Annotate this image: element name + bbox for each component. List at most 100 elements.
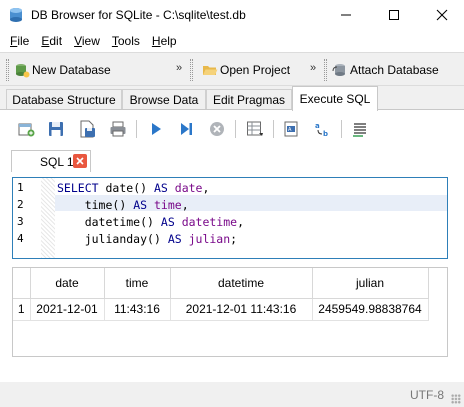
menu-tools-label: ools — [117, 34, 140, 48]
title-bar: DB Browser for SQLite - C:\sqlite\test.d… — [0, 0, 464, 30]
open-tab-icon[interactable] — [17, 120, 35, 138]
sql-keyword: AS — [133, 198, 148, 212]
find-icon[interactable]: A — [283, 120, 301, 138]
line-number: 3 — [17, 215, 24, 228]
sql-function: julianday — [84, 232, 148, 246]
sql-editor-tab[interactable]: SQL 1 — [11, 150, 91, 172]
sql-alias: date — [174, 181, 203, 195]
sql-keyword: AS — [167, 232, 182, 246]
attach-database-button[interactable]: Attach Database — [332, 58, 439, 82]
code-line: SELECT date() AS date, — [57, 181, 209, 195]
minimize-button[interactable] — [324, 0, 368, 30]
close-window-button[interactable] — [420, 0, 464, 30]
sql-editor[interactable]: 1 2 3 4 SELECT date() AS date, time() AS… — [12, 177, 448, 259]
toolbar-overflow-2[interactable]: » — [310, 62, 316, 74]
comment-lines-icon[interactable] — [351, 120, 369, 138]
menu-help[interactable]: Help — [146, 34, 183, 48]
main-tabs: Database Structure Browse Data Edit Prag… — [0, 86, 464, 111]
execute-all-icon[interactable] — [147, 120, 165, 138]
tab-database-structure-label: Database Structure — [12, 93, 116, 107]
toolbar-separator — [341, 120, 342, 138]
toolbar-grip[interactable] — [6, 59, 9, 81]
sql-alias: julian — [188, 232, 231, 246]
menu-help-label: elp — [160, 34, 177, 48]
column-header[interactable]: time — [104, 268, 171, 299]
attach-database-label: Attach Database — [350, 63, 439, 77]
table-cell[interactable]: 2021-12-01 — [30, 298, 105, 321]
row-number[interactable]: 1 — [13, 298, 31, 321]
execute-current-line-icon[interactable] — [177, 120, 195, 138]
encoding-indicator: UTF-8 — [410, 388, 444, 402]
stop-execution-icon[interactable] — [208, 120, 226, 138]
table-cell[interactable]: 2021-12-01 11:43:16 — [170, 298, 313, 321]
line-number-gutter: 1 2 3 4 — [13, 178, 41, 258]
tab-edit-pragmas[interactable]: Edit Pragmas — [206, 89, 292, 110]
tab-browse-data[interactable]: Browse Data — [122, 89, 206, 110]
open-folder-icon — [203, 66, 218, 75]
maximize-icon — [389, 10, 399, 20]
menu-bar: File Edit View Tools Help — [0, 30, 464, 52]
menu-tools[interactable]: Tools — [106, 34, 146, 48]
sql-token: ; — [230, 232, 238, 246]
tab-edit-pragmas-label: Edit Pragmas — [212, 93, 286, 107]
line-number: 2 — [17, 198, 24, 211]
sql-keyword: SELECT — [57, 181, 99, 195]
close-sql-tab-button[interactable] — [73, 154, 87, 168]
results-grid[interactable]: date time datetime julian 1 2021-12-01 1… — [12, 267, 448, 357]
sql-token: () — [133, 181, 148, 195]
find-replace-icon[interactable]: ab — [314, 120, 332, 138]
menu-view[interactable]: View — [68, 34, 106, 48]
close-icon — [76, 157, 84, 165]
toolbar-grip[interactable] — [190, 59, 193, 81]
new-database-button[interactable]: New Database — [14, 58, 111, 82]
sql-token: () — [147, 232, 161, 246]
column-header[interactable]: date — [30, 268, 105, 299]
toolbar-separator — [273, 120, 274, 138]
svg-text:a: a — [315, 122, 320, 130]
sql-keyword: AS — [153, 181, 168, 195]
menu-help-mnemonic: H — [151, 34, 161, 48]
save-icon[interactable] — [47, 120, 65, 138]
tab-execute-sql[interactable]: Execute SQL — [292, 86, 378, 111]
close-icon — [436, 9, 448, 21]
sql-toolbar: A ab — [0, 110, 464, 148]
table-cell[interactable]: 11:43:16 — [104, 298, 171, 321]
toolbar-grip[interactable] — [324, 59, 327, 81]
resize-grip[interactable] — [451, 394, 461, 404]
table-row[interactable]: 1 2021-12-01 11:43:16 2021-12-01 11:43:1… — [13, 298, 429, 321]
corner-cell[interactable] — [13, 268, 31, 299]
print-icon[interactable] — [109, 120, 127, 138]
menu-file-label: ile — [17, 34, 30, 48]
sql-token: , — [181, 198, 189, 212]
sql-token: , — [237, 215, 245, 229]
minimize-icon — [341, 14, 351, 16]
toolbar-overflow-1[interactable]: » — [176, 62, 182, 74]
sql-keyword: AS — [160, 215, 175, 229]
menu-file[interactable]: File — [4, 34, 35, 48]
save-results-icon[interactable] — [246, 120, 264, 138]
open-project-button[interactable]: Open Project — [202, 58, 290, 82]
code-line: time() AS time, — [57, 198, 189, 212]
menu-edit[interactable]: Edit — [35, 34, 68, 48]
line-number: 4 — [17, 232, 24, 245]
svg-text:b: b — [323, 130, 328, 138]
sql-alias: datetime — [181, 215, 238, 229]
save-sql-file-icon[interactable] — [78, 120, 96, 138]
column-header[interactable]: julian — [312, 268, 429, 299]
sql-token: , — [202, 181, 210, 195]
tab-execute-sql-label: Execute SQL — [299, 92, 371, 106]
table-cell[interactable]: 2459549.98838764 — [312, 298, 429, 321]
results-header-row: date time datetime julian — [13, 268, 429, 299]
maximize-button[interactable] — [372, 0, 416, 30]
status-bar: UTF-8 — [0, 382, 464, 407]
column-header[interactable]: datetime — [170, 268, 313, 299]
code-line: datetime() AS datetime, — [57, 215, 244, 229]
tab-database-structure[interactable]: Database Structure — [6, 89, 122, 110]
